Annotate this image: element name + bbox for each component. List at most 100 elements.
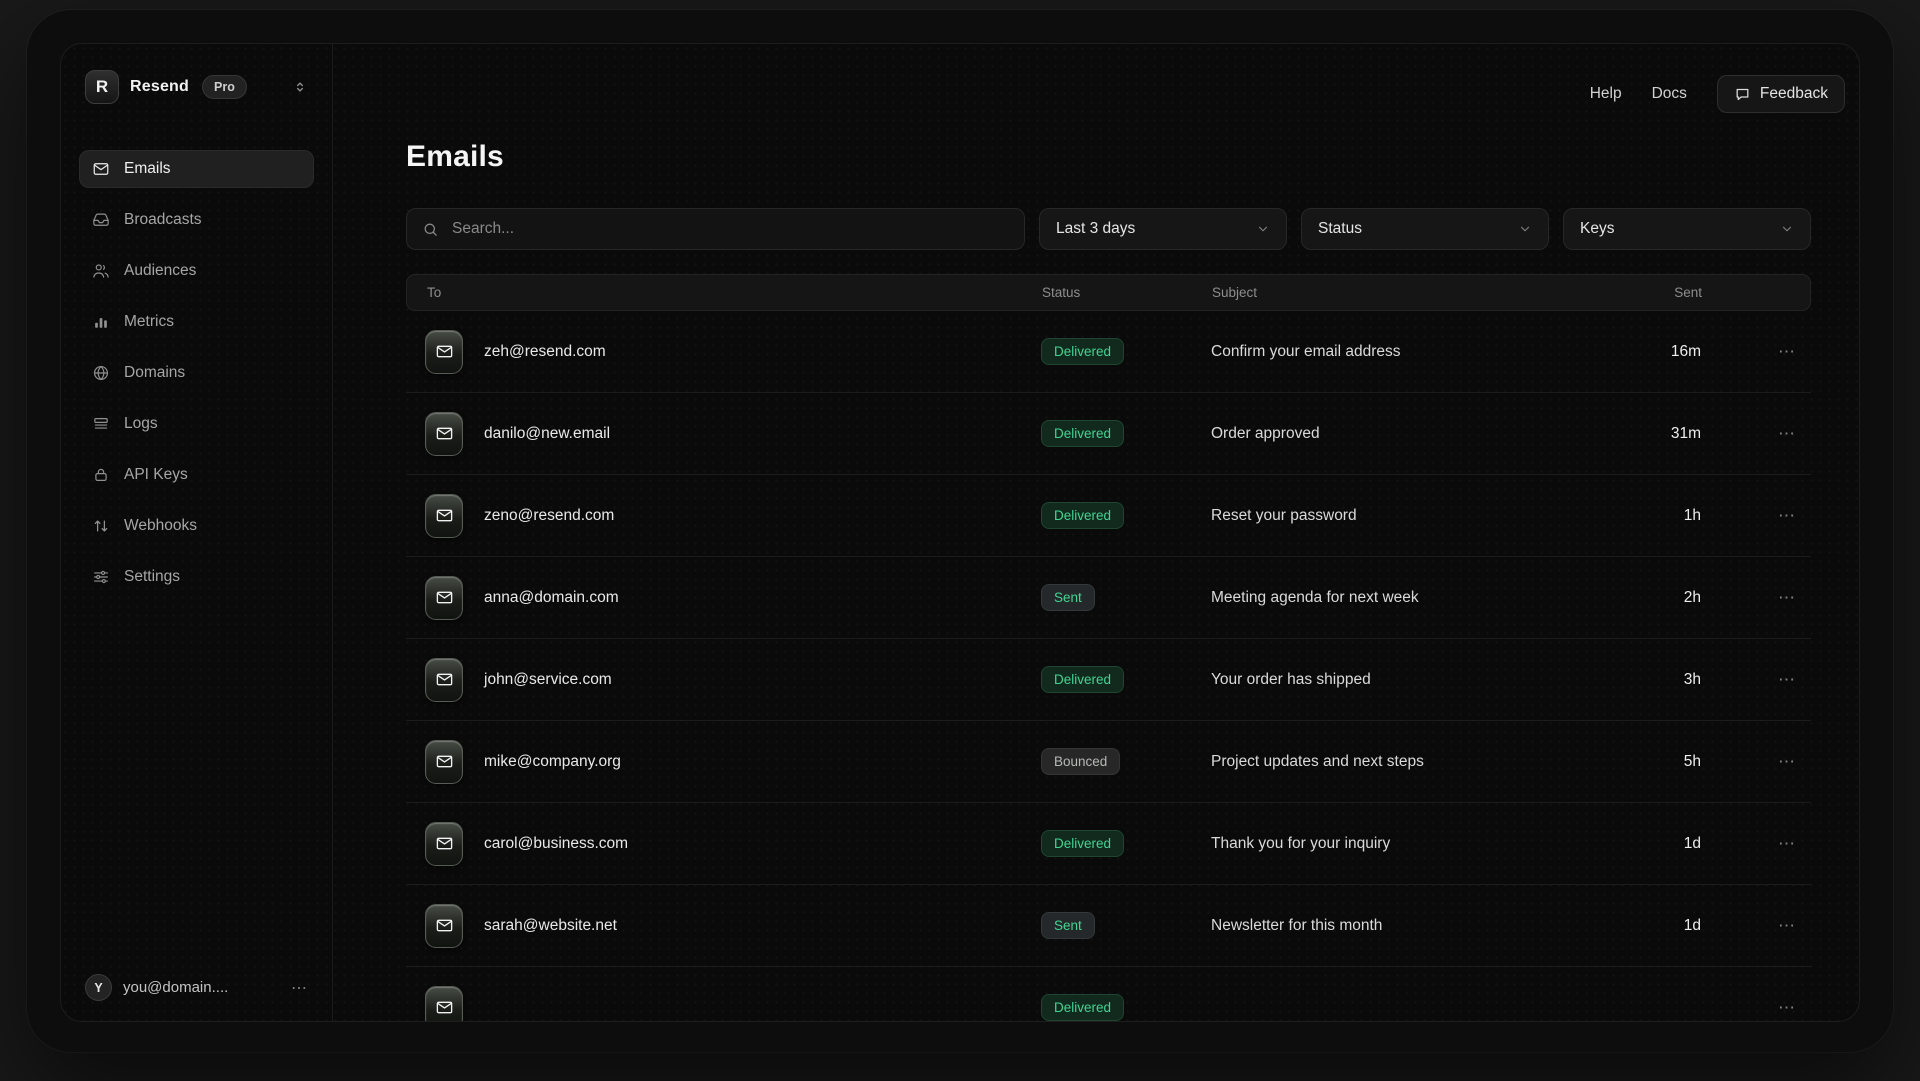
arrows-up-down-icon [92, 517, 110, 535]
resend-app: R Resend Pro Emails Broadcasts Audiences Me… [60, 43, 1860, 1022]
status-badge: Bounced [1041, 748, 1120, 775]
column-header-status: Status [1042, 285, 1212, 300]
sidebar-item-label: Metrics [124, 313, 174, 331]
workspace-unfold-icon[interactable] [292, 79, 308, 95]
recipient-email: carol@business.com [484, 835, 628, 853]
envelope-icon [425, 330, 463, 374]
sidebar-item-api-keys[interactable]: API Keys [79, 456, 314, 494]
row-menu-icon[interactable]: ⋯ [1701, 998, 1811, 1018]
row-menu-icon[interactable]: ⋯ [1701, 342, 1811, 362]
recipient-email: mike@company.org [484, 753, 621, 771]
help-link[interactable]: Help [1590, 85, 1622, 103]
brand-name: Resend [130, 78, 189, 96]
topbar: Help Docs Feedback [406, 44, 1845, 116]
status-badge: Delivered [1041, 994, 1124, 1021]
table-body: zeh@resend.com Delivered Confirm your em… [406, 311, 1811, 1022]
sent-time: 3h [1631, 671, 1701, 689]
envelope-icon [425, 658, 463, 702]
email-subject: Reset your password [1211, 507, 1631, 525]
table-row[interactable]: carol@business.com Delivered Thank you f… [406, 803, 1811, 885]
table-header: To Status Subject Sent [406, 274, 1811, 311]
column-header-sent: Sent [1632, 285, 1702, 300]
sidebar-item-settings[interactable]: Settings [79, 558, 314, 596]
sent-time: 1d [1631, 917, 1701, 935]
table-row[interactable]: Delivered ⋯ [406, 967, 1811, 1022]
lock-icon [92, 466, 110, 484]
sidebar-item-label: Broadcasts [124, 211, 202, 229]
row-menu-icon[interactable]: ⋯ [1701, 916, 1811, 936]
row-menu-icon[interactable]: ⋯ [1701, 424, 1811, 444]
workspace-switcher[interactable]: R Resend Pro [79, 68, 314, 106]
recipient-cell: danilo@new.email [406, 412, 1041, 456]
chevron-down-icon [1256, 222, 1270, 236]
sidebar-item-audiences[interactable]: Audiences [79, 252, 314, 290]
email-subject: Thank you for your inquiry [1211, 835, 1631, 853]
user-account[interactable]: Y you@domain.... ⋯ [79, 970, 314, 1005]
row-menu-icon[interactable]: ⋯ [1701, 834, 1811, 854]
table-row[interactable]: zeh@resend.com Delivered Confirm your em… [406, 311, 1811, 393]
envelope-icon [425, 904, 463, 948]
row-menu-icon[interactable]: ⋯ [1701, 506, 1811, 526]
recipient-cell: john@service.com [406, 658, 1041, 702]
mail-icon [92, 160, 110, 178]
table-row[interactable]: zeno@resend.com Delivered Reset your pas… [406, 475, 1811, 557]
envelope-icon [425, 986, 463, 1023]
sidebar-item-domains[interactable]: Domains [79, 354, 314, 392]
emails-table: To Status Subject Sent zeh@resend.com De… [406, 274, 1811, 1022]
sidebar-item-logs[interactable]: Logs [79, 405, 314, 443]
sidebar-item-emails[interactable]: Emails [79, 150, 314, 188]
envelope-icon [425, 822, 463, 866]
sidebar-item-label: API Keys [124, 466, 188, 484]
row-menu-icon[interactable]: ⋯ [1701, 588, 1811, 608]
desktop-background: R Resend Pro Emails Broadcasts Audiences Me… [0, 0, 1920, 1081]
globe-icon [92, 364, 110, 382]
table-row[interactable]: john@service.com Delivered Your order ha… [406, 639, 1811, 721]
row-menu-icon[interactable]: ⋯ [1701, 752, 1811, 772]
envelope-icon [425, 576, 463, 620]
status-badge: Delivered [1041, 830, 1124, 857]
sliders-icon [92, 568, 110, 586]
logs-icon [92, 415, 110, 433]
feedback-button[interactable]: Feedback [1717, 75, 1845, 113]
email-subject: Newsletter for this month [1211, 917, 1631, 935]
status-badge: Delivered [1041, 502, 1124, 529]
docs-link[interactable]: Docs [1652, 85, 1687, 103]
sidebar-item-label: Emails [124, 160, 171, 178]
sent-time: 2h [1631, 589, 1701, 607]
user-menu-icon[interactable]: ⋯ [291, 978, 308, 998]
avatar: Y [85, 974, 112, 1001]
email-subject: Confirm your email address [1211, 343, 1631, 361]
envelope-icon [425, 740, 463, 784]
filter-date-range[interactable]: Last 3 days [1039, 208, 1287, 250]
logo-letter: R [96, 77, 108, 97]
row-menu-icon[interactable]: ⋯ [1701, 670, 1811, 690]
recipient-cell [406, 986, 1041, 1023]
chevron-down-icon [1780, 222, 1794, 236]
search-box[interactable] [406, 208, 1025, 250]
sidebar-item-broadcasts[interactable]: Broadcasts [79, 201, 314, 239]
status-badge: Delivered [1041, 420, 1124, 447]
table-row[interactable]: danilo@new.email Delivered Order approve… [406, 393, 1811, 475]
resend-logo: R [85, 70, 119, 104]
table-row[interactable]: anna@domain.com Sent Meeting agenda for … [406, 557, 1811, 639]
column-header-to: To [407, 285, 1042, 300]
filter-keys[interactable]: Keys [1563, 208, 1811, 250]
sidebar-item-webhooks[interactable]: Webhooks [79, 507, 314, 545]
plan-badge: Pro [202, 75, 247, 99]
recipient-email: danilo@new.email [484, 425, 610, 443]
recipient-email: john@service.com [484, 671, 612, 689]
search-icon [422, 221, 439, 238]
page-title: Emails [406, 140, 1811, 174]
recipient-email: zeno@resend.com [484, 507, 614, 525]
envelope-icon [425, 412, 463, 456]
filter-status[interactable]: Status [1301, 208, 1549, 250]
table-row[interactable]: sarah@website.net Sent Newsletter for th… [406, 885, 1811, 967]
table-row[interactable]: mike@company.org Bounced Project updates… [406, 721, 1811, 803]
sidebar-item-metrics[interactable]: Metrics [79, 303, 314, 341]
sidebar-nav: Emails Broadcasts Audiences Metrics Domains L… [79, 150, 314, 596]
sidebar-item-label: Settings [124, 568, 180, 586]
recipient-cell: mike@company.org [406, 740, 1041, 784]
search-input[interactable] [450, 219, 1009, 239]
users-icon [92, 262, 110, 280]
feedback-label: Feedback [1760, 85, 1828, 103]
